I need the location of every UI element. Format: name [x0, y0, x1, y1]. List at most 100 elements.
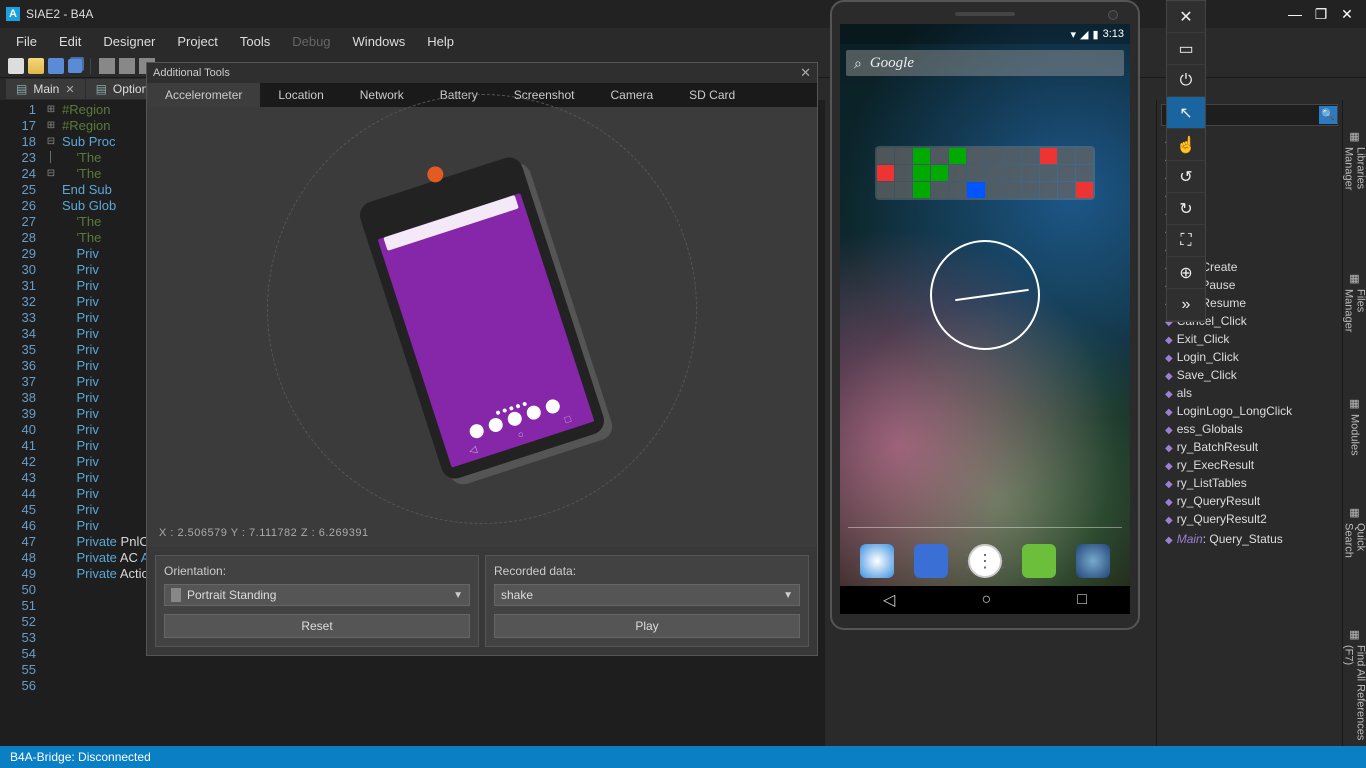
member-item[interactable]: ◆als — [1157, 384, 1342, 402]
member-item[interactable]: ◆ry_QueryResult2 — [1157, 510, 1342, 528]
dialog-close-icon[interactable]: ✕ — [800, 65, 811, 81]
emu-close-icon[interactable]: ✕ — [1167, 1, 1205, 33]
messages-app-icon[interactable] — [1022, 544, 1056, 578]
menu-help[interactable]: Help — [417, 30, 464, 53]
fold-column[interactable]: ⊞⊞⊟│⊟ — [44, 100, 58, 746]
play-button[interactable]: Play — [494, 614, 800, 638]
emulator-search-text: Google — [870, 55, 914, 72]
copy-icon[interactable] — [119, 58, 135, 74]
orientation-label: Orientation: — [164, 564, 470, 578]
emulator-frame: ▾ ◢ ▮ 3:13 ⌕ Google ⋮⋮⋮ ◁ ○ □ — [830, 0, 1140, 630]
emulator-dock: ⋮⋮⋮ — [840, 544, 1130, 578]
wifi-icon: ▾ — [1071, 28, 1077, 41]
chevron-down-icon: ▼ — [783, 590, 793, 601]
battery-icon: ▮ — [1093, 28, 1099, 41]
home-nav-icon[interactable]: ○ — [981, 591, 991, 609]
emulator-divider — [848, 527, 1122, 528]
reset-button[interactable]: Reset — [164, 614, 470, 638]
save-all-icon[interactable] — [68, 59, 82, 73]
minimize-button[interactable]: — — [1282, 4, 1308, 24]
cut-icon[interactable] — [99, 58, 115, 74]
phone-app-icon[interactable] — [860, 544, 894, 578]
emu-cursor-icon[interactable]: ↖ — [1167, 97, 1205, 129]
open-icon[interactable] — [28, 58, 44, 74]
menu-tools[interactable]: Tools — [230, 30, 280, 53]
menu-project[interactable]: Project — [167, 30, 227, 53]
browser-app-icon[interactable] — [1076, 544, 1110, 578]
sidetab-find[interactable]: ▦Find All References (F7) — [1343, 628, 1366, 746]
emulator-speaker — [955, 12, 1015, 16]
member-item[interactable]: ◆Save_Click — [1157, 366, 1342, 384]
dialog-tab-accelerometer[interactable]: Accelerometer — [147, 83, 260, 107]
dialog-bottom: Orientation: Portrait Standing ▼ Reset R… — [147, 547, 817, 655]
sidetab-files[interactable]: ▦Files Manager — [1343, 272, 1366, 347]
menu-file[interactable]: File — [6, 30, 47, 53]
back-nav-icon[interactable]: ◁ — [883, 590, 895, 610]
dialog-tab-camera[interactable]: Camera — [592, 83, 671, 107]
emu-window-icon[interactable]: ▭ — [1167, 33, 1205, 65]
document-tab[interactable]: ▤ Main ✕ — [6, 79, 85, 99]
emu-fit-icon[interactable]: ⛶ — [1167, 225, 1205, 257]
emu-rotate-ccw-icon[interactable]: ↺ — [1167, 161, 1205, 193]
emulator-nav-bar: ◁ ○ □ — [840, 586, 1130, 614]
emulator-camera — [1108, 10, 1118, 20]
contacts-app-icon[interactable] — [914, 544, 948, 578]
orientation-panel: Orientation: Portrait Standing ▼ Reset — [155, 555, 479, 647]
dialog-title-bar[interactable]: Additional Tools ✕ — [147, 63, 817, 83]
sidetab-quick[interactable]: ▦Quick Search — [1343, 506, 1366, 578]
side-tabs: ▦Libraries Manager ▦Files Manager ▦Modules… — [1342, 100, 1366, 746]
title-bar: A SIAE2 - B4A — ❐ ✕ — [0, 0, 1366, 28]
dialog-tab-network[interactable]: Network — [342, 83, 422, 107]
status-bar: B4A-Bridge: Disconnected — [0, 746, 1366, 768]
new-icon[interactable] — [8, 58, 24, 74]
accelerometer-coords: X : 2.506579 Y : 7.111782 Z : 6.269391 — [159, 527, 369, 539]
close-button[interactable]: ✕ — [1334, 4, 1360, 24]
dialog-tab-location[interactable]: Location — [260, 83, 341, 107]
dialog-tab-sd-card[interactable]: SD Card — [671, 83, 753, 107]
emu-power-icon[interactable]: ⏻ — [1167, 65, 1205, 97]
maximize-button[interactable]: ❐ — [1308, 4, 1334, 24]
recorded-panel: Recorded data: shake ▼ Play — [485, 555, 809, 647]
emulator-toolbar: ✕ ▭ ⏻ ↖ ☝ ↺ ↻ ⛶ ⊕ » — [1166, 0, 1206, 322]
emulator-time: 3:13 — [1103, 28, 1124, 40]
menu-debug[interactable]: Debug — [282, 30, 340, 53]
line-gutter: 1171823242526272829303132333435363738394… — [0, 100, 44, 746]
emu-zoom-icon[interactable]: ⊕ — [1167, 257, 1205, 289]
search-go-button[interactable]: 🔍 — [1319, 106, 1337, 124]
member-item[interactable]: ◆ess_Globals — [1157, 420, 1342, 438]
member-item[interactable]: ◆ry_BatchResult — [1157, 438, 1342, 456]
recorded-select[interactable]: shake ▼ — [494, 584, 800, 606]
orientation-select[interactable]: Portrait Standing ▼ — [164, 584, 470, 606]
chevron-down-icon: ▼ — [453, 590, 463, 601]
emu-rotate-cw-icon[interactable]: ↻ — [1167, 193, 1205, 225]
emu-more-icon[interactable]: » — [1167, 289, 1205, 321]
app-logo: A — [6, 7, 20, 21]
sidetab-libraries[interactable]: ▦Libraries Manager — [1343, 130, 1366, 222]
emu-touch-icon[interactable]: ☝ — [1167, 129, 1205, 161]
emulator-widget[interactable] — [875, 146, 1095, 200]
recent-nav-icon[interactable]: □ — [1077, 591, 1087, 609]
dialog-title: Additional Tools — [153, 67, 230, 79]
menu-designer[interactable]: Designer — [93, 30, 165, 53]
member-footer[interactable]: ◆Main: Query_Status — [1157, 530, 1342, 548]
accelerometer-view[interactable]: ◁○□ X : 2.506579 Y : 7.111782 Z : 6.2693… — [147, 107, 817, 547]
member-item[interactable]: ◆ry_QueryResult — [1157, 492, 1342, 510]
emulator-search[interactable]: ⌕ Google — [846, 50, 1124, 76]
tab-close-icon[interactable]: ✕ — [65, 83, 74, 96]
emulator-clock[interactable] — [930, 240, 1040, 350]
save-icon[interactable] — [48, 58, 64, 74]
additional-tools-dialog: Additional Tools ✕ AccelerometerLocation… — [146, 62, 818, 656]
member-item[interactable]: ◆LoginLogo_LongClick — [1157, 402, 1342, 420]
apps-icon[interactable]: ⋮⋮⋮ — [968, 544, 1002, 578]
search-icon: ⌕ — [854, 55, 862, 72]
menu-windows[interactable]: Windows — [343, 30, 416, 53]
member-item[interactable]: ◆Login_Click — [1157, 348, 1342, 366]
phone-portrait-icon — [171, 588, 181, 602]
signal-icon: ◢ — [1080, 28, 1088, 41]
member-item[interactable]: ◆Exit_Click — [1157, 330, 1342, 348]
member-item[interactable]: ◆ry_ExecResult — [1157, 456, 1342, 474]
sidetab-modules[interactable]: ▦Modules — [1349, 397, 1361, 456]
menu-edit[interactable]: Edit — [49, 30, 91, 53]
member-item[interactable]: ◆ry_ListTables — [1157, 474, 1342, 492]
emulator-screen[interactable]: ▾ ◢ ▮ 3:13 ⌕ Google ⋮⋮⋮ — [840, 24, 1130, 586]
